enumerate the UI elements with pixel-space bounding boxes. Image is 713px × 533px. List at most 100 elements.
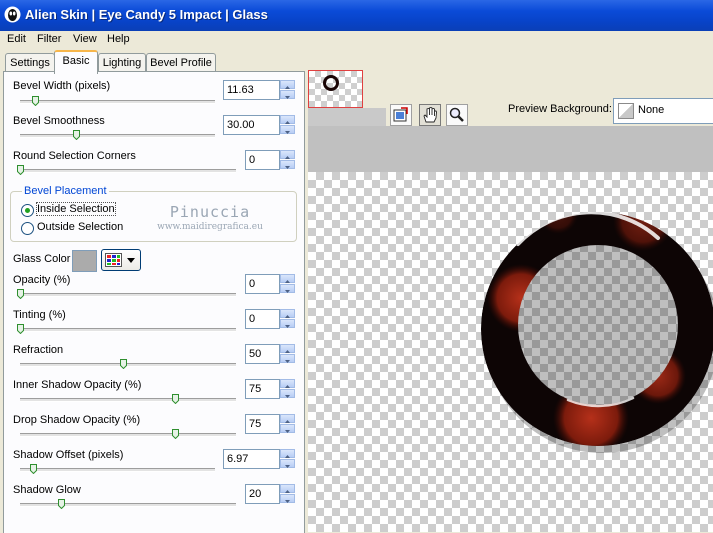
shadow-offset-field[interactable]: 6.97: [223, 449, 295, 469]
glass-ring-preview: [481, 191, 713, 456]
shadow-glow-value[interactable]: 20: [249, 488, 261, 500]
shadow-offset-value[interactable]: 6.97: [227, 453, 248, 465]
glass-color-swatch[interactable]: [72, 250, 97, 272]
dropdown-arrow-icon: [127, 258, 135, 263]
bevel-smoothness-field[interactable]: 30.00: [223, 115, 295, 135]
bevel-width-value[interactable]: 11.63: [227, 84, 254, 96]
tab-basic[interactable]: Basic: [54, 50, 98, 74]
round-corners-slider-track[interactable]: [20, 169, 236, 173]
drop-shadow-opacity-slider-track[interactable]: [20, 433, 236, 437]
menu-help[interactable]: Help: [107, 33, 130, 45]
bevel-smoothness-up-button[interactable]: [280, 115, 295, 124]
refraction-down-button[interactable]: [280, 354, 295, 363]
opacity-label: Opacity (%): [13, 274, 71, 286]
opacity-slider-track[interactable]: [20, 293, 236, 297]
hand-pan-button[interactable]: [419, 104, 441, 126]
tinting-down-button[interactable]: [280, 319, 295, 328]
menu-view[interactable]: View: [73, 33, 97, 45]
round-corners-up-button[interactable]: [280, 150, 295, 159]
tinting-field[interactable]: 0: [245, 309, 295, 329]
opacity-value[interactable]: 0: [249, 278, 255, 290]
round-corners-slider-thumb[interactable]: [17, 165, 24, 175]
tinting-up-button[interactable]: [280, 309, 295, 318]
shadow-offset-up-button[interactable]: [280, 449, 295, 458]
inner-shadow-opacity-label: Inner Shadow Opacity (%): [13, 379, 142, 391]
refraction-slider-thumb[interactable]: [120, 359, 127, 369]
inner-shadow-opacity-slider-thumb[interactable]: [171, 394, 179, 404]
bevel-smoothness-slider-thumb[interactable]: [72, 130, 80, 140]
bevel-width-down-button[interactable]: [280, 90, 295, 99]
tab-bevel-profile[interactable]: Bevel Profile: [146, 53, 216, 72]
menu-filter[interactable]: Filter: [37, 33, 61, 45]
bevel-smoothness-slider-track[interactable]: [20, 134, 215, 138]
preview-canvas[interactable]: [308, 126, 713, 532]
preview-background-label: Preview Background:: [508, 103, 612, 115]
refraction-label: Refraction: [13, 344, 64, 356]
opacity-slider-thumb[interactable]: [17, 289, 24, 299]
drop-shadow-opacity-value[interactable]: 75: [249, 418, 261, 430]
tab-lighting[interactable]: Lighting: [98, 53, 146, 72]
opacity-down-button[interactable]: [280, 284, 295, 293]
inner-shadow-opacity-value[interactable]: 75: [249, 383, 261, 395]
preview-background-select[interactable]: None: [613, 98, 713, 124]
tinting-slider-track[interactable]: [20, 328, 236, 332]
outside-selection-label[interactable]: Outside Selection: [37, 221, 123, 233]
inside-selection-radio[interactable]: [21, 204, 34, 217]
navigator-thumbnail[interactable]: [308, 70, 363, 108]
menu-edit[interactable]: Edit: [7, 33, 26, 45]
shadow-offset-slider-track[interactable]: [20, 468, 215, 472]
refraction-value[interactable]: 50: [249, 348, 261, 360]
bevel-placement-title: Bevel Placement: [22, 185, 109, 197]
bevel-width-field[interactable]: 11.63: [223, 80, 295, 100]
inside-selection-label[interactable]: Inside Selection: [36, 202, 116, 216]
drop-shadow-opacity-slider-thumb[interactable]: [171, 429, 179, 439]
shadow-offset-slider-thumb[interactable]: [29, 464, 37, 474]
refraction-slider-track[interactable]: [20, 363, 236, 367]
opacity-field[interactable]: 0: [245, 274, 295, 294]
zoom-to-fit-button[interactable]: [390, 104, 412, 126]
outside-selection-radio[interactable]: [21, 222, 34, 235]
magnifier-button[interactable]: [446, 104, 468, 126]
shadow-glow-field[interactable]: 20: [245, 484, 295, 504]
shadow-glow-slider-thumb[interactable]: [58, 499, 66, 509]
bevel-smoothness-label: Bevel Smoothness: [13, 115, 105, 127]
glass-color-label: Glass Color: [13, 253, 71, 265]
drop-shadow-opacity-up-button[interactable]: [280, 414, 295, 423]
bevel-width-slider-track[interactable]: [20, 100, 215, 104]
inner-shadow-opacity-up-button[interactable]: [280, 379, 295, 388]
round-corners-value[interactable]: 0: [249, 154, 255, 166]
watermark: Pinuccia www.maidiregrafica.eu: [140, 203, 280, 232]
navigator-header: [308, 50, 386, 70]
inner-shadow-opacity-down-button[interactable]: [280, 389, 295, 398]
shadow-glow-down-button[interactable]: [280, 494, 295, 503]
shadow-glow-slider-track[interactable]: [20, 503, 236, 507]
bevel-width-slider-thumb[interactable]: [31, 96, 39, 106]
bevel-width-label: Bevel Width (pixels): [13, 80, 111, 92]
shadow-offset-label: Shadow Offset (pixels): [13, 449, 124, 461]
tinting-label: Tinting (%): [13, 309, 66, 321]
round-corners-field[interactable]: 0: [245, 150, 295, 170]
shadow-offset-down-button[interactable]: [280, 459, 295, 468]
drop-shadow-opacity-down-button[interactable]: [280, 424, 295, 433]
inner-shadow-opacity-slider-track[interactable]: [20, 398, 236, 402]
navigator-ring-icon: [323, 75, 339, 91]
watermark-name: Pinuccia: [169, 203, 251, 221]
magnifier-icon: [449, 107, 464, 122]
color-grid-icon: [105, 253, 135, 267]
shadow-glow-up-button[interactable]: [280, 484, 295, 493]
shadow-glow-label: Shadow Glow: [13, 484, 81, 496]
tinting-slider-thumb[interactable]: [17, 324, 24, 334]
tinting-value[interactable]: 0: [249, 313, 255, 325]
inner-shadow-opacity-field[interactable]: 75: [245, 379, 295, 399]
drop-shadow-opacity-field[interactable]: 75: [245, 414, 295, 434]
bevel-smoothness-value[interactable]: 30.00: [227, 119, 255, 131]
color-picker-button[interactable]: [101, 249, 141, 271]
bevel-width-up-button[interactable]: [280, 80, 295, 89]
tab-settings[interactable]: Settings: [5, 53, 55, 72]
opacity-up-button[interactable]: [280, 274, 295, 283]
bevel-smoothness-down-button[interactable]: [280, 125, 295, 134]
round-corners-down-button[interactable]: [280, 160, 295, 169]
refraction-field[interactable]: 50: [245, 344, 295, 364]
refraction-up-button[interactable]: [280, 344, 295, 353]
preview-background-value: None: [638, 104, 665, 116]
